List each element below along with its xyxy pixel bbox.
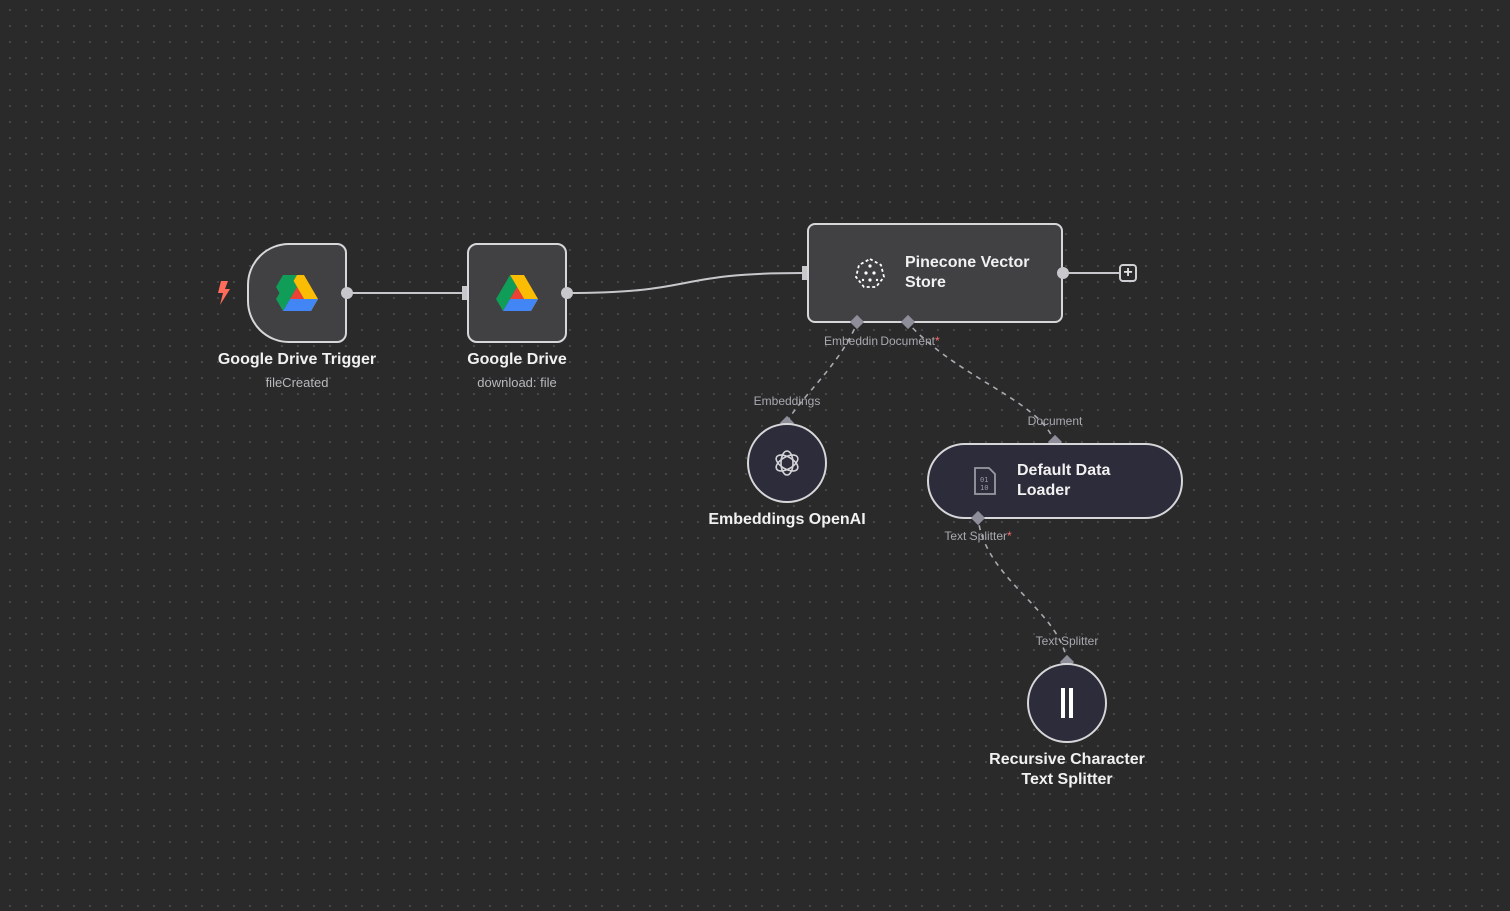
- add-node-button[interactable]: +: [1119, 264, 1137, 282]
- pinecone-document-port-label: Document*: [880, 334, 940, 348]
- loader-input-label: Document: [1027, 414, 1083, 428]
- required-marker: *: [1007, 529, 1012, 543]
- trigger-bolt-icon: [218, 281, 230, 305]
- loader-title-line1: Default Data: [1017, 462, 1111, 479]
- embeddings-openai-node[interactable]: [747, 423, 827, 503]
- pinecone-output-handle[interactable]: [1057, 267, 1069, 279]
- google-drive-title: Google Drive: [467, 351, 567, 368]
- pinecone-icon: [855, 257, 885, 288]
- embeddings-openai-title: Embeddings OpenAI: [708, 511, 866, 528]
- embeddings-output-label: Embeddings: [753, 394, 821, 408]
- svg-text:01: 01: [980, 476, 988, 484]
- svg-text:10: 10: [980, 484, 988, 492]
- google-drive-output-handle[interactable]: [561, 287, 573, 299]
- text-splitter-icon: [1061, 688, 1073, 718]
- google-drive-trigger-output-handle[interactable]: [341, 287, 353, 299]
- google-drive-subtitle: download: file: [477, 375, 557, 390]
- edge-drive-to-pinecone[interactable]: [566, 272, 803, 294]
- loader-title-line2: Loader: [1017, 482, 1071, 499]
- google-drive-icon: [496, 275, 538, 311]
- pinecone-title-line2: Store: [905, 274, 946, 291]
- pinecone-vector-store-node[interactable]: Pinecone Vector Store: [807, 223, 1063, 323]
- google-drive-icon: [276, 275, 318, 311]
- default-data-loader-node[interactable]: 01 10 Default Data Loader: [927, 443, 1183, 519]
- pinecone-title-line1: Pinecone Vector: [905, 254, 1030, 271]
- splitter-title-line2: Text Splitter: [1021, 771, 1113, 788]
- loader-text-splitter-label: Text Splitter*: [944, 529, 1012, 543]
- splitter-output-label: Text Splitter: [1035, 634, 1099, 648]
- splitter-title-line1: Recursive Character: [989, 751, 1145, 768]
- recursive-text-splitter-node[interactable]: [1027, 663, 1107, 743]
- google-drive-trigger-title: Google Drive Trigger: [217, 351, 377, 368]
- openai-icon: [775, 450, 799, 476]
- google-drive-trigger-node[interactable]: [247, 243, 347, 343]
- plus-icon: +: [1123, 263, 1133, 281]
- pinecone-embedding-port-label: Embeddin: [823, 334, 879, 348]
- document-binary-icon: 01 10: [974, 467, 996, 495]
- google-drive-trigger-subtitle: fileCreated: [265, 375, 329, 390]
- required-marker: *: [935, 334, 940, 348]
- google-drive-node[interactable]: [467, 243, 567, 343]
